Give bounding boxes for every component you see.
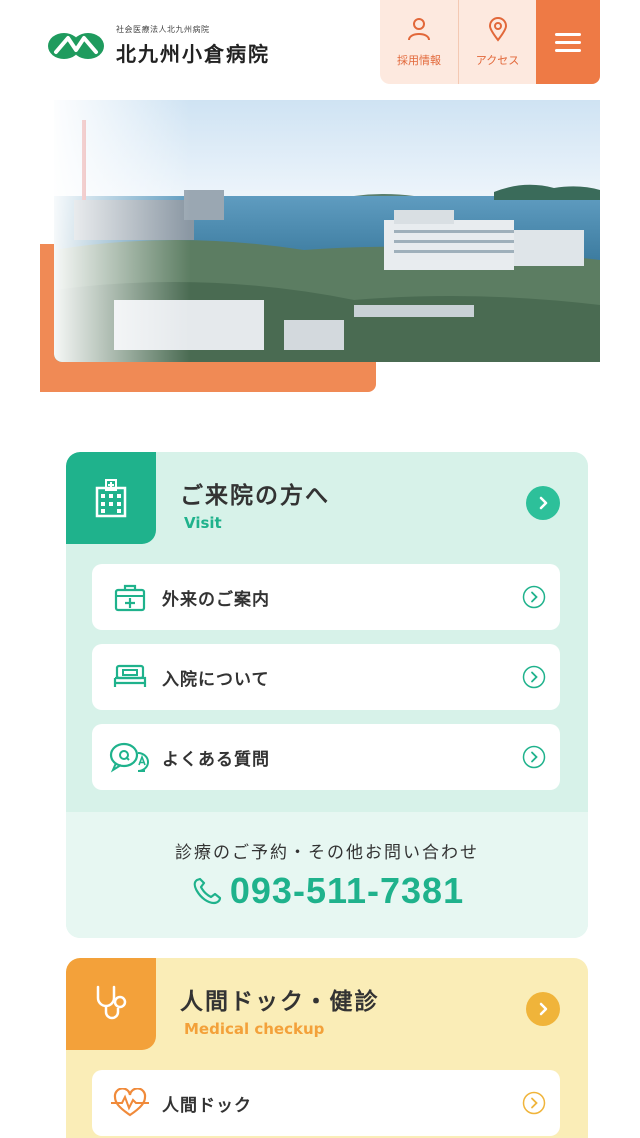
hamburger-menu-button[interactable]: [536, 0, 600, 84]
header-nav: 採用情報 アクセス: [380, 0, 536, 84]
hero-image: [54, 100, 600, 362]
stethoscope-icon: [96, 985, 127, 1020]
hero-cityscape-illustration: [54, 100, 600, 362]
logo-name: 北九州小倉病院: [116, 42, 270, 66]
circle-chevron-right-icon: [522, 745, 546, 769]
contact-section: 診療のご予約・その他お問い合わせ 093-511-7381: [66, 812, 588, 938]
medical-box-icon: [108, 577, 152, 617]
checkup-icon-box: [66, 958, 156, 1050]
circle-chevron-right-icon: [522, 665, 546, 689]
nav-access[interactable]: アクセス: [458, 0, 536, 84]
checkup-section: 人間ドック・健診 Medical checkup 人間ドック: [66, 958, 588, 1138]
hospital-building-icon: [95, 479, 127, 518]
phone-link[interactable]: 093-511-7381: [66, 870, 588, 912]
visit-arrow-button[interactable]: [526, 486, 560, 520]
hospital-logo[interactable]: 社会医療法人北九州病院 北九州小倉病院: [46, 24, 270, 67]
visit-subtitle: Visit: [184, 514, 222, 532]
phone-number: 093-511-7381: [229, 870, 465, 911]
contact-label: 診療のご予約・その他お問い合わせ: [175, 843, 479, 863]
visit-section: ご来院の方へ Visit 外来のご案内 入院について よくある質問 診療のご予約…: [66, 452, 588, 938]
link-outpatient-label: 外来のご案内: [162, 589, 270, 610]
chevron-right-icon: [539, 496, 548, 510]
checkup-arrow-button[interactable]: [526, 992, 560, 1026]
link-faq-label: よくある質問: [162, 749, 270, 770]
checkup-subtitle: Medical checkup: [184, 1020, 325, 1038]
circle-chevron-right-icon: [522, 1091, 546, 1115]
bed-icon: [108, 657, 152, 697]
qa-bubble-icon: [108, 737, 152, 777]
link-human-dock-label: 人間ドック: [162, 1095, 252, 1116]
link-admission-label: 入院について: [162, 669, 270, 690]
nav-access-label: アクセス: [475, 54, 520, 67]
person-icon: [408, 18, 430, 41]
hamburger-menu-icon: [555, 32, 581, 52]
logo-subtitle: 社会医療法人北九州病院: [116, 25, 210, 34]
visit-title: ご来院の方へ: [180, 483, 330, 509]
circle-chevron-right-icon: [522, 585, 546, 609]
site-header: 社会医療法人北九州病院 北九州小倉病院 採用情報 アクセス: [0, 0, 640, 100]
link-outpatient[interactable]: 外来のご案内: [92, 564, 560, 630]
checkup-title: 人間ドック・健診: [180, 989, 380, 1015]
logo-mark-icon: [48, 32, 104, 59]
chevron-right-icon: [539, 1002, 548, 1016]
nav-recruit-label: 採用情報: [397, 54, 441, 67]
phone-icon: [193, 877, 221, 905]
checkup-header[interactable]: 人間ドック・健診 Medical checkup: [66, 958, 588, 1058]
map-pin-icon: [488, 17, 507, 42]
nav-recruit[interactable]: 採用情報: [380, 0, 458, 84]
visit-icon-box: [66, 452, 156, 544]
link-admission[interactable]: 入院について: [92, 644, 560, 710]
link-faq[interactable]: よくある質問: [92, 724, 560, 790]
link-human-dock[interactable]: 人間ドック: [92, 1070, 560, 1136]
heart-pulse-icon: [108, 1083, 152, 1123]
visit-header[interactable]: ご来院の方へ Visit: [66, 452, 588, 552]
